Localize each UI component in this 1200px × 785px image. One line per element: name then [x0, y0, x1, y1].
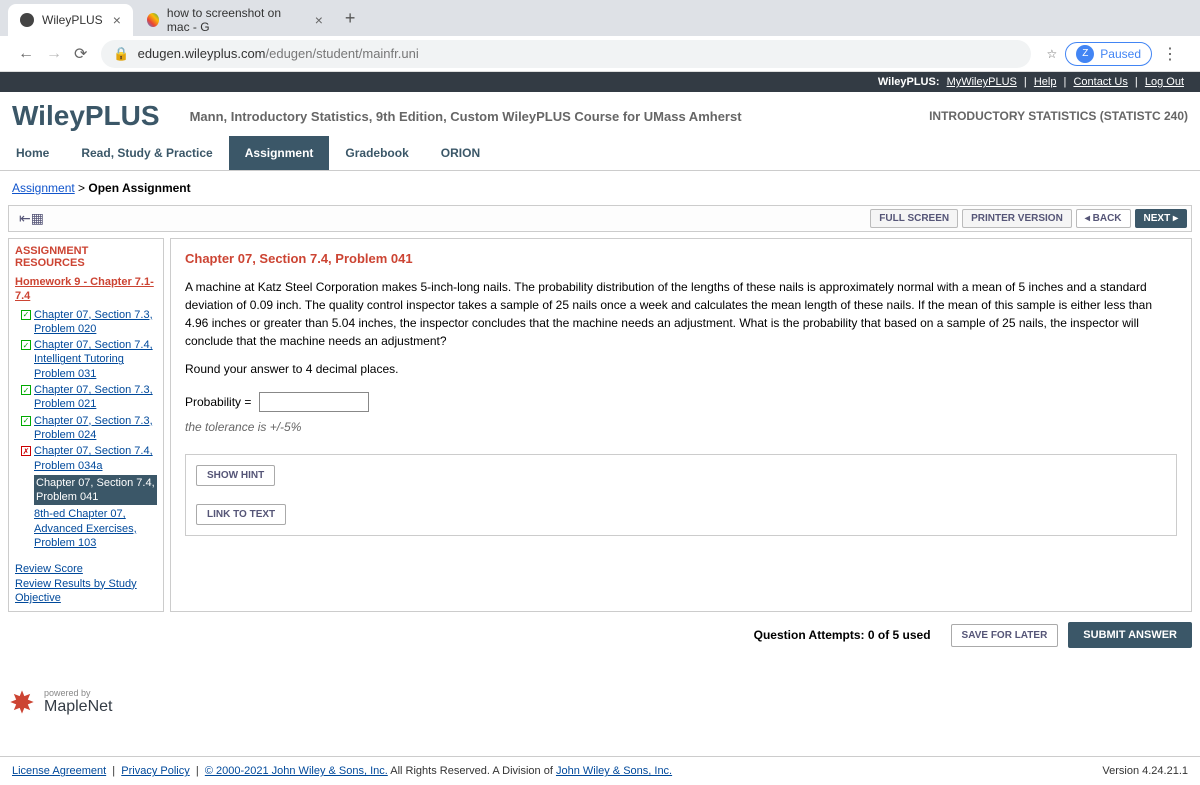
resource-link[interactable]: 8th-ed Chapter 07, Advanced Exercises, P…	[34, 507, 157, 550]
tab-favicon	[20, 13, 34, 27]
privacy-link[interactable]: Privacy Policy	[121, 765, 189, 777]
maplenet-badge: powered by MapleNet	[8, 688, 1192, 716]
attempts-label: Question Attempts: 0 of 5 used	[754, 628, 931, 642]
profile-status: Paused	[1100, 47, 1141, 61]
x-icon: ✗	[21, 446, 31, 456]
lock-icon: 🔒	[113, 46, 129, 62]
avatar: Z	[1076, 45, 1094, 63]
resource-link[interactable]: Chapter 07, Section 7.3, Problem 021	[34, 383, 157, 412]
browser-tabs: WileyPLUS × how to screenshot on mac - G…	[0, 0, 1200, 36]
probability-input[interactable]	[259, 392, 369, 412]
tolerance-note: the tolerance is +/-5%	[185, 420, 1177, 434]
hint-box: SHOW HINT LINK TO TEXT	[185, 454, 1177, 536]
nav-tabs: Home Read, Study & Practice Assignment G…	[0, 136, 1200, 171]
resource-link[interactable]: Chapter 07, Section 7.3, Problem 024	[34, 414, 157, 443]
close-icon[interactable]: ×	[315, 12, 323, 28]
back-icon[interactable]: ←	[18, 45, 34, 63]
resource-link[interactable]: Chapter 07, Section 7.4, Problem 034a	[34, 444, 157, 473]
profile-badge[interactable]: Z Paused	[1065, 42, 1152, 66]
resource-item-current: Chapter 07, Section 7.4, Problem 041	[21, 475, 157, 506]
link-to-text-button[interactable]: LINK TO TEXT	[196, 504, 286, 525]
google-icon	[147, 13, 159, 27]
save-button[interactable]: SAVE FOR LATER	[951, 624, 1059, 647]
reload-icon[interactable]: ⟳	[74, 44, 87, 64]
problem-text: A machine at Katz Steel Corporation make…	[185, 278, 1177, 350]
check-icon: ✓	[21, 385, 31, 395]
close-icon[interactable]: ×	[113, 12, 121, 28]
breadcrumb-link[interactable]: Assignment	[12, 181, 75, 195]
course-title: Mann, Introductory Statistics, 9th Editi…	[190, 109, 930, 124]
menu-icon[interactable]: ⋮	[1162, 44, 1178, 64]
review-score-link[interactable]: Review Score	[15, 562, 157, 576]
resource-item: ✓Chapter 07, Section 7.3, Problem 021	[21, 383, 157, 412]
main: ASSIGNMENT RESOURCES Homework 9 - Chapte…	[8, 238, 1192, 612]
top-link-logout[interactable]: Log Out	[1145, 76, 1184, 88]
license-link[interactable]: License Agreement	[12, 765, 106, 777]
company-link[interactable]: John Wiley & Sons, Inc.	[556, 765, 672, 777]
header: WileyPLUS Mann, Introductory Statistics,…	[0, 92, 1200, 136]
answer-label: Probability =	[185, 395, 251, 409]
problem-title: Chapter 07, Section 7.4, Problem 041	[185, 251, 1177, 266]
breadcrumb-current: Open Assignment	[88, 181, 190, 195]
sidebar-title: ASSIGNMENT RESOURCES	[15, 245, 157, 269]
nav-orion[interactable]: ORION	[425, 136, 496, 170]
forward-icon[interactable]: →	[46, 45, 62, 63]
top-brand: WileyPLUS:	[878, 76, 940, 88]
url-input[interactable]: 🔒 edugen.wileyplus.com/edugen/student/ma…	[101, 40, 1030, 68]
url-path: /edugen/student/mainfr.uni	[266, 46, 419, 61]
resource-item: 8th-ed Chapter 07, Advanced Exercises, P…	[21, 507, 157, 550]
nav-read[interactable]: Read, Study & Practice	[65, 136, 228, 170]
maple-leaf-icon	[8, 688, 36, 716]
breadcrumb: Assignment > Open Assignment	[0, 171, 1200, 205]
resource-item: ✓Chapter 07, Section 7.3, Problem 024	[21, 414, 157, 443]
round-note: Round your answer to 4 decimal places.	[185, 362, 1177, 376]
resource-item: ✓Chapter 07, Section 7.3, Problem 020	[21, 308, 157, 337]
toolbar: ⇤▦ FULL SCREEN PRINTER VERSION ◂ BACK NE…	[8, 205, 1192, 232]
content: Chapter 07, Section 7.4, Problem 041 A m…	[170, 238, 1192, 612]
fullscreen-button[interactable]: FULL SCREEN	[870, 209, 958, 228]
check-icon: ✓	[21, 310, 31, 320]
logo: WileyPLUS	[12, 100, 160, 132]
maplenet-name: MapleNet	[44, 698, 112, 716]
check-icon: ✓	[21, 340, 31, 350]
browser-tab-inactive[interactable]: how to screenshot on mac - G ×	[135, 4, 335, 36]
top-links-bar: WileyPLUS: MyWileyPLUS | Help | Contact …	[0, 72, 1200, 92]
resource-link[interactable]: Chapter 07, Section 7.4, Problem 041	[34, 475, 157, 506]
resource-link[interactable]: Chapter 07, Section 7.3, Problem 020	[34, 308, 157, 337]
check-icon: ✓	[21, 416, 31, 426]
copyright-link[interactable]: © 2000-2021 John Wiley & Sons, Inc.	[205, 765, 388, 777]
next-button[interactable]: NEXT ▸	[1135, 209, 1187, 228]
new-tab-button[interactable]: +	[345, 8, 356, 29]
top-link-mywileyplus[interactable]: MyWileyPLUS	[947, 76, 1017, 88]
collapse-icon[interactable]: ⇤▦	[13, 208, 50, 229]
bottom-footer: License Agreement | Privacy Policy | © 2…	[0, 756, 1200, 785]
review-results-link[interactable]: Review Results by Study Objective	[15, 577, 157, 606]
nav-assignment[interactable]: Assignment	[229, 136, 330, 170]
printer-button[interactable]: PRINTER VERSION	[962, 209, 1072, 228]
resource-item: ✗Chapter 07, Section 7.4, Problem 034a	[21, 444, 157, 473]
tab-title: how to screenshot on mac - G	[167, 6, 305, 34]
tab-title: WileyPLUS	[42, 13, 103, 27]
show-hint-button[interactable]: SHOW HINT	[196, 465, 275, 486]
resource-link[interactable]: Chapter 07, Section 7.4, Intelligent Tut…	[34, 338, 157, 381]
nav-gradebook[interactable]: Gradebook	[329, 136, 424, 170]
top-link-contact[interactable]: Contact Us	[1073, 76, 1127, 88]
footer-actions: Question Attempts: 0 of 5 used SAVE FOR …	[8, 622, 1192, 648]
version-label: Version 4.24.21.1	[1102, 765, 1188, 777]
url-host: edugen.wileyplus.com	[138, 46, 266, 61]
browser-tab-active[interactable]: WileyPLUS ×	[8, 4, 133, 36]
sidebar: ASSIGNMENT RESOURCES Homework 9 - Chapte…	[8, 238, 164, 612]
nav-home[interactable]: Home	[0, 136, 65, 170]
answer-row: Probability =	[185, 392, 1177, 412]
back-button[interactable]: ◂ BACK	[1076, 209, 1131, 228]
top-link-help[interactable]: Help	[1034, 76, 1057, 88]
bookmark-icon[interactable]: ☆	[1047, 47, 1058, 61]
sidebar-homework[interactable]: Homework 9 - Chapter 7.1-7.4	[15, 275, 157, 304]
rights-text: All Rights Reserved. A Division of	[388, 765, 556, 777]
submit-button[interactable]: SUBMIT ANSWER	[1068, 622, 1192, 648]
resource-item: ✓Chapter 07, Section 7.4, Intelligent Tu…	[21, 338, 157, 381]
powered-by-label: powered by	[44, 688, 112, 698]
course-code: INTRODUCTORY STATISTICS (STATISTC 240)	[929, 109, 1188, 123]
address-bar: ← → ⟳ 🔒 edugen.wileyplus.com/edugen/stud…	[0, 36, 1200, 72]
